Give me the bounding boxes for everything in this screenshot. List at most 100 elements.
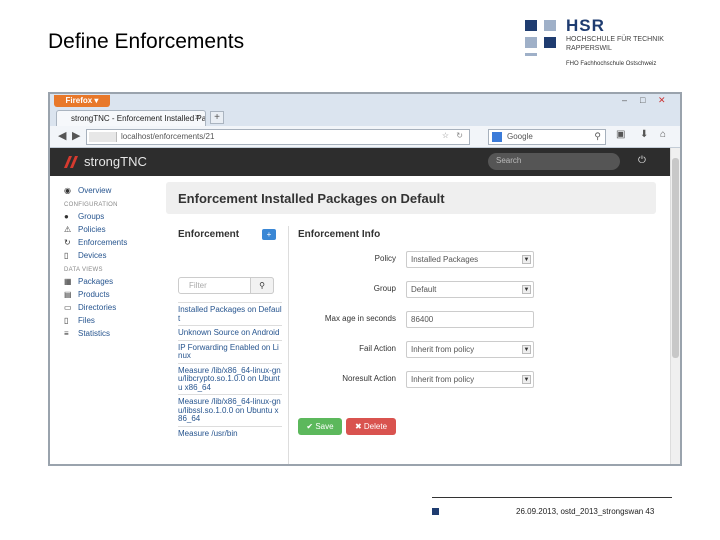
list-item[interactable]: IP Forwarding Enabled on Linux	[178, 339, 282, 363]
url-bar[interactable]: localhost/enforcements/21 ☆ ↻	[86, 129, 470, 145]
slide-title: Define Enforcements	[48, 30, 245, 53]
page-header: Enforcement Installed Packages on Defaul…	[166, 182, 656, 214]
max-age-row: Max age in seconds 86400	[298, 311, 548, 329]
check-icon: ✔	[306, 422, 314, 431]
search-icon[interactable]: ⚲	[594, 131, 601, 142]
sidebar-item-packages[interactable]: ▦ Packages	[64, 277, 156, 290]
reload-icon[interactable]: ↻	[456, 131, 463, 140]
policy-row: Policy Installed Packages ▼	[298, 251, 548, 269]
scrollbar-thumb[interactable]	[672, 158, 679, 358]
enforcement-info-panel: Enforcement Info Policy Installed Packag…	[298, 229, 548, 435]
max-age-label: Max age in seconds	[324, 314, 396, 323]
eye-icon: ◉	[64, 186, 71, 195]
slide: Define Enforcements HSR HOCHSCHULE FÜR T…	[0, 0, 720, 540]
app-navbar: strongTNC Search ⏻	[50, 148, 680, 176]
policy-select[interactable]: Installed Packages ▼	[406, 251, 534, 268]
list-item[interactable]: Unknown Source on Android	[178, 325, 282, 340]
sidebar-item-statistics[interactable]: ≡ Statistics	[64, 329, 156, 342]
browser-screenshot: Firefox ▾ – □ ✕ strongTNC - Enforcement …	[48, 92, 682, 466]
firefox-menu-button[interactable]: Firefox ▾	[54, 95, 110, 107]
save-button[interactable]: ✔ Save	[298, 418, 342, 435]
sidebar-item-enforcements[interactable]: ↻ Enforcements	[64, 238, 156, 251]
list-item[interactable]: Measure /usr/bin	[178, 425, 282, 441]
chevron-down-icon: ▼	[522, 255, 531, 264]
enforcement-info-title: Enforcement Info	[298, 229, 381, 240]
sidebar-item-files[interactable]: ▯ Files	[64, 316, 156, 329]
close-icon: ✖	[354, 422, 362, 431]
enforcement-list-panel: Enforcement + Filter ⚲ Installed Package…	[178, 229, 284, 437]
list-item[interactable]: Measure /lib/x86_64-linux-gnu/libcrypto.…	[178, 362, 282, 395]
filter-search-button[interactable]: ⚲	[250, 277, 274, 294]
slide-footer: 26.09.2013, ostd_2013_strongswan 43	[516, 507, 655, 516]
add-enforcement-button[interactable]: +	[262, 229, 276, 240]
sidebar-header-configuration: CONFIGURATION	[64, 202, 118, 208]
logo-line2: RAPPERSWIL	[566, 45, 612, 52]
list-item[interactable]: Measure /lib/x86_64-linux-gnu/libssl.so.…	[178, 394, 282, 426]
search-icon: ⚲	[259, 281, 265, 290]
group-select[interactable]: Default ▼	[406, 281, 534, 298]
chevron-down-icon: ▼	[522, 285, 531, 294]
refresh-icon: ↻	[64, 238, 71, 247]
sidebar-item-groups[interactable]: ● Groups	[64, 212, 156, 225]
phone-icon: ▯	[64, 251, 69, 260]
column-divider	[288, 226, 289, 464]
delete-button[interactable]: ✖ Delete	[346, 418, 396, 435]
group-label: Group	[373, 284, 396, 293]
app-search-input[interactable]: Search	[488, 153, 620, 170]
navigation-bar: ◀ ▶ localhost/enforcements/21 ☆ ↻ Google…	[50, 126, 680, 148]
fail-action-row: Fail Action Inherit from policy ▼	[298, 341, 548, 359]
browser-search-bar[interactable]: Google ⚲	[488, 129, 606, 145]
sidebar-item-policies[interactable]: ⚠ Policies	[64, 225, 156, 238]
browser-tab[interactable]: strongTNC - Enforcement Installed Pack..…	[56, 110, 206, 126]
back-icon[interactable]: ◀	[58, 129, 66, 142]
google-icon	[492, 132, 502, 142]
logo-line1: HOCHSCHULE FÜR TECHNIK	[566, 36, 664, 43]
maximize-icon[interactable]: □	[640, 95, 645, 105]
noresult-action-label: Noresult Action	[342, 374, 396, 383]
app-sidebar: ◉ Overview CONFIGURATION ● Groups ⚠ Policie…	[64, 186, 156, 342]
browser-titlebar: Firefox ▾ – □ ✕	[50, 94, 680, 108]
footer-divider	[432, 497, 672, 498]
logo-line3: FHO Fachhochschule Ostschweiz	[566, 61, 657, 67]
grid-icon: ▦	[64, 277, 72, 286]
max-age-input[interactable]: 86400	[406, 311, 534, 328]
strongtnc-logo-icon	[64, 156, 78, 168]
list-icon: ≡	[64, 329, 69, 338]
close-icon[interactable]: ✕	[658, 95, 666, 106]
page-title: Enforcement Installed Packages on Defaul…	[178, 191, 445, 206]
tab-bar: strongTNC - Enforcement Installed Pack..…	[50, 108, 680, 126]
logout-icon[interactable]: ⏻	[638, 155, 646, 166]
sidebar-item-overview[interactable]: ◉ Overview	[64, 186, 156, 199]
app-brand[interactable]: strongTNC	[84, 154, 147, 169]
fail-action-label: Fail Action	[359, 344, 396, 353]
tab-close-icon[interactable]: ✕	[194, 113, 201, 122]
fail-action-select[interactable]: Inherit from policy ▼	[406, 341, 534, 358]
enforcement-list: Installed Packages on Default Unknown So…	[178, 302, 282, 440]
forward-icon[interactable]: ▶	[72, 129, 80, 142]
site-identity-icon[interactable]	[89, 132, 117, 142]
footer-square-icon	[432, 508, 439, 515]
user-icon: ●	[64, 212, 69, 221]
chevron-down-icon: ▼	[522, 375, 531, 384]
sidebar-item-devices[interactable]: ▯ Devices	[64, 251, 156, 264]
bookmarks-icon[interactable]: ▣	[616, 129, 625, 140]
bookmark-star-icon[interactable]: ☆	[442, 131, 449, 140]
new-tab-button[interactable]: +	[210, 111, 224, 124]
folder-icon: ▭	[64, 303, 72, 312]
minimize-icon[interactable]: –	[622, 95, 627, 105]
book-icon: ▤	[64, 290, 72, 299]
noresult-action-select[interactable]: Inherit from policy ▼	[406, 371, 534, 388]
warning-icon: ⚠	[64, 225, 72, 234]
download-icon[interactable]: ⬇	[640, 129, 648, 140]
sidebar-item-products[interactable]: ▤ Products	[64, 290, 156, 303]
filter-input[interactable]: Filter ⚲	[178, 277, 274, 294]
group-row: Group Default ▼	[298, 281, 548, 299]
policy-label: Policy	[374, 254, 396, 263]
logo-name: HSR	[566, 16, 605, 35]
sidebar-header-data-views: DATA VIEWS	[64, 267, 103, 273]
page-scrollbar[interactable]	[670, 148, 680, 464]
chevron-down-icon: ▼	[522, 345, 531, 354]
list-item[interactable]: Installed Packages on Default	[178, 302, 282, 325]
sidebar-item-directories[interactable]: ▭ Directories	[64, 303, 156, 316]
home-icon[interactable]: ⌂	[660, 129, 666, 140]
